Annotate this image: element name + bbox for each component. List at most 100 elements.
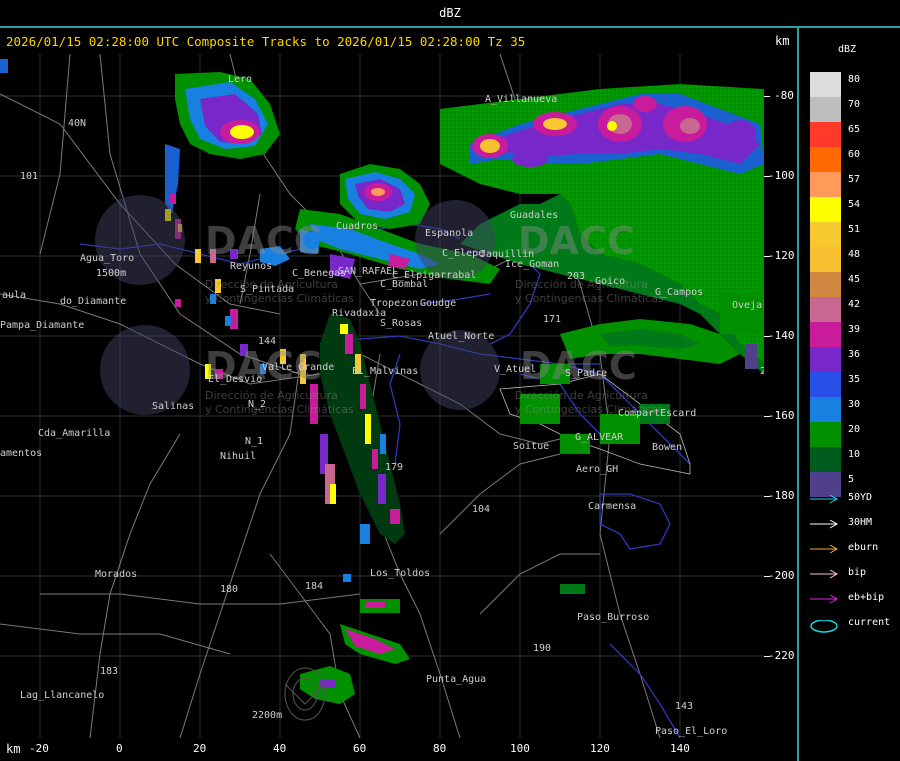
y-tick-label: -140 (768, 329, 795, 342)
svg-text:do_Diamante: do_Diamante (60, 296, 126, 307)
legend-swatch (810, 72, 841, 97)
x-tick-label: 80 (433, 742, 447, 755)
svg-text:190: 190 (533, 643, 551, 654)
y-tick-label: -180 (768, 489, 795, 502)
y-tick-label: -220 (768, 649, 795, 662)
legend-level-label: 65 (848, 124, 861, 135)
track-legend-label: current (848, 617, 891, 628)
svg-text:SAN_RAFAEL: SAN_RAFAEL (338, 266, 398, 277)
svg-text:Espanola: Espanola (425, 228, 473, 239)
legend-level-label: 45 (848, 274, 861, 285)
svg-text:Goico: Goico (595, 276, 625, 287)
legend-swatch (810, 422, 841, 447)
legend-level-label: 54 (848, 199, 861, 210)
svg-text:Lero: Lero (228, 74, 252, 85)
track-legend-label: 30HM (848, 517, 873, 528)
svg-text:DACC: DACC (520, 344, 637, 388)
svg-text:N_2: N_2 (248, 399, 266, 410)
legend-title: dBZ (838, 44, 857, 55)
svg-text:101: 101 (20, 171, 38, 182)
y-tick (764, 96, 770, 97)
svg-text:Nihuil: Nihuil (220, 451, 256, 462)
svg-text:Morados: Morados (95, 569, 137, 580)
legend-level-label: 39 (848, 324, 861, 335)
y-axis: -80 -100 -120 -140 -160 -180 -200 -220 (764, 54, 797, 738)
legend-swatch (810, 272, 841, 297)
legend-level-label: 42 (848, 299, 861, 310)
y-tick-label: -160 (768, 409, 795, 422)
y-tick-label: -200 (768, 569, 795, 582)
composite-tracks-header: 2026/01/15 02:28:00 UTC Composite Tracks… (6, 34, 526, 49)
svg-text:Atuel_Norte: Atuel_Norte (428, 331, 494, 342)
legend-swatch (810, 247, 841, 272)
svg-text:Cuadros: Cuadros (336, 221, 378, 232)
y-tick-label: -120 (768, 249, 795, 262)
svg-text:Salinas: Salinas (152, 401, 194, 412)
window-title: dBZ (439, 6, 461, 20)
x-tick-label: 40 (273, 742, 287, 755)
legend-level-label: 51 (848, 224, 861, 235)
legend-swatch (810, 297, 841, 322)
svg-text:104: 104 (472, 504, 490, 515)
svg-text:Aero_GH: Aero_GH (576, 464, 618, 475)
svg-text:amentos: amentos (0, 448, 42, 459)
svg-text:N_1: N_1 (245, 436, 263, 447)
track-legend-label: 50YD (848, 492, 873, 503)
legend-swatch (810, 197, 841, 222)
legend-swatch (810, 122, 841, 147)
svg-text:DACC: DACC (205, 219, 322, 263)
arrow-icon (810, 520, 839, 529)
legend-swatch (810, 172, 841, 197)
svg-text:DACC: DACC (518, 219, 635, 263)
svg-text:Soitue: Soitue (513, 441, 549, 452)
x-tick-label: 20 (193, 742, 207, 755)
legend-level-label: 35 (848, 374, 861, 385)
svg-text:aula: aula (2, 290, 26, 301)
x-tick-label: 100 (510, 742, 530, 755)
ellipse-icon (810, 620, 838, 633)
x-axis: -20 0 20 40 60 80 100 120 140 (0, 738, 797, 761)
svg-text:1500m: 1500m (96, 268, 126, 279)
svg-text:Pampa_Diamante: Pampa_Diamante (0, 320, 84, 331)
track-legend-item: eb+bip (808, 592, 898, 606)
svg-text:Dirección de Agricultura: Dirección de Agricultura (515, 389, 648, 402)
svg-text:El_Malvinas: El_Malvinas (352, 366, 418, 377)
svg-text:El_Desvio: El_Desvio (208, 374, 262, 385)
svg-text:Dirección de Agricultura: Dirección de Agricultura (205, 389, 338, 402)
svg-text:203: 203 (567, 271, 585, 282)
x-tick-label: 120 (590, 742, 610, 755)
legend-swatch (810, 147, 841, 172)
legend-swatch (810, 347, 841, 372)
track-legend-item: eburn (808, 542, 898, 556)
svg-text:Reyunos: Reyunos (230, 261, 272, 272)
legend-swatch (810, 372, 841, 397)
y-tick-label: -80 (774, 89, 794, 102)
svg-text:Bowen: Bowen (652, 442, 682, 453)
legend-level-label: 48 (848, 249, 861, 260)
svg-text:Punta_Agua: Punta_Agua (426, 674, 486, 685)
track-legend-label: eburn (848, 542, 879, 553)
legend-level-label: 57 (848, 174, 861, 185)
radar-window: dBZ 2026/01/15 02:28:00 UTC Composite Tr… (0, 0, 900, 761)
svg-text:CompartEscard: CompartEscard (618, 408, 696, 419)
legend-level-label: 20 (848, 424, 861, 435)
arrow-icon (810, 595, 839, 604)
svg-text:G_Campos: G_Campos (655, 287, 703, 298)
legend-level-label: 10 (848, 449, 861, 460)
svg-text:Agua_Toro: Agua_Toro (80, 253, 134, 264)
svg-text:179: 179 (385, 462, 403, 473)
legend-level-label: 80 (848, 74, 861, 85)
svg-text:183: 183 (100, 666, 118, 677)
svg-text:G_ALVEAR: G_ALVEAR (575, 432, 624, 443)
svg-text:Lag_Llancanelo: Lag_Llancanelo (20, 690, 104, 701)
svg-text:y Contingencias Climáticas: y Contingencias Climáticas (515, 292, 664, 305)
arrow-icon (810, 495, 839, 504)
legend-swatch (810, 447, 841, 472)
svg-text:V_Atuel: V_Atuel (494, 364, 536, 375)
radar-map[interactable]: DACC Dirección de Agricultura y Continge… (0, 53, 778, 739)
legend-swatch (810, 397, 841, 422)
svg-text:A_Villanueva: A_Villanueva (485, 94, 557, 105)
svg-text:Ice_Goman: Ice_Goman (505, 259, 559, 270)
svg-text:171: 171 (543, 314, 561, 325)
svg-text:184: 184 (305, 581, 323, 592)
